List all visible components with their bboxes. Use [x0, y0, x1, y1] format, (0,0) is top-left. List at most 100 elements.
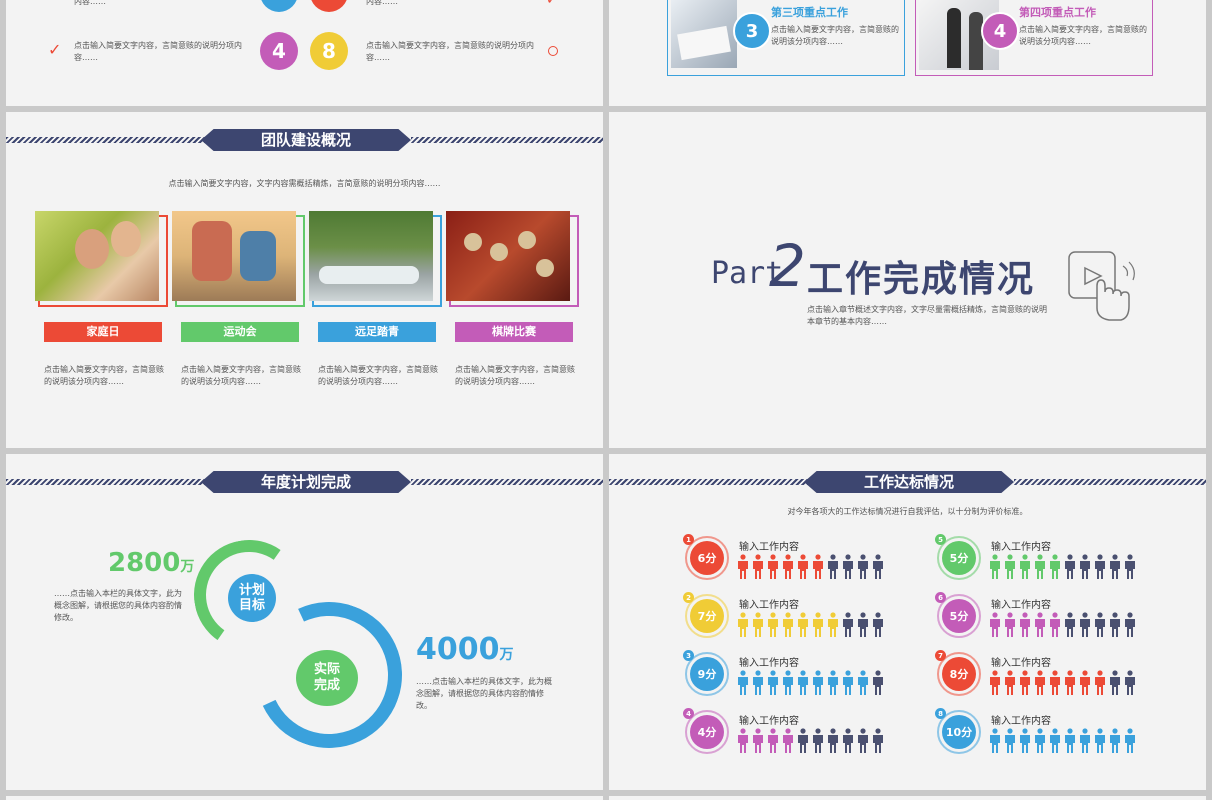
person-icon — [1094, 728, 1106, 754]
slide-subtitle: 点击输入简要文字内容，文字内容需概括精炼，言简意赅的说明分项内容…… — [168, 179, 441, 188]
banner-line — [1014, 479, 1206, 485]
sports-photo — [172, 211, 296, 301]
person-icon — [989, 670, 1001, 696]
person-icon — [737, 612, 749, 638]
person-icon — [1064, 612, 1076, 638]
score-badge: 9分 — [690, 657, 724, 691]
card-text: 点击输入简要文字内容，言简意赅的说明该分项内容…… — [181, 365, 301, 386]
card-tag: 家庭日 — [44, 322, 162, 342]
person-icon — [1124, 728, 1136, 754]
index-badge: 2 — [683, 592, 694, 603]
person-icon — [782, 554, 794, 580]
banner-line — [411, 479, 603, 485]
person-icon — [857, 670, 869, 696]
people-meter — [989, 670, 1136, 696]
banner-line — [609, 479, 809, 485]
person-icon — [737, 728, 749, 754]
person-icon — [1004, 554, 1016, 580]
people-meter — [737, 612, 884, 638]
person-icon — [1019, 612, 1031, 638]
index-badge: 7 — [935, 650, 946, 661]
meeting-photo — [671, 0, 737, 68]
person-icon — [1079, 728, 1091, 754]
plan-unit: 万 — [180, 559, 195, 575]
person-icon — [842, 612, 854, 638]
person-icon — [872, 554, 884, 580]
chess-photo — [446, 211, 570, 301]
person-icon — [782, 670, 794, 696]
part-number: 2 — [769, 232, 806, 300]
work-label: 输入工作内容 — [991, 716, 1051, 727]
slide-title: 团队建设概况 — [201, 129, 411, 151]
score-badge: 8分 — [942, 657, 976, 691]
work-label: 输入工作内容 — [991, 658, 1051, 669]
section-text: 点击输入章节概述文字内容，文字尽量需概括精炼，言简意赅的说明本章节的基本内容…… — [807, 305, 1047, 326]
person-icon — [737, 670, 749, 696]
slide-annual-plan: 年度计划完成 2800万 ……点击输入本栏的具体文字，此为概念图解，请根据您的具… — [6, 454, 603, 790]
slide-subtitle: 对今年各项大的工作达标情况进行自我评估，以十分制为评价标准。 — [787, 507, 1028, 516]
person-icon — [827, 554, 839, 580]
person-icon — [1094, 670, 1106, 696]
index-badge: 6 — [935, 592, 946, 603]
person-icon — [1109, 554, 1121, 580]
person-icon — [797, 612, 809, 638]
index-badge: 1 — [683, 534, 694, 545]
work-label: 输入工作内容 — [991, 600, 1051, 611]
slide-title: 工作达标情况 — [804, 471, 1014, 493]
person-icon — [989, 612, 1001, 638]
person-icon — [782, 728, 794, 754]
work-label: 输入工作内容 — [739, 600, 799, 611]
work-text: 点击输入简要文字内容，言简意赅的说明该分项内容…… — [771, 25, 899, 46]
person-icon — [1049, 670, 1061, 696]
person-icon — [737, 554, 749, 580]
actual-value: 4000 — [416, 632, 500, 667]
circle-bullet-icon — [548, 46, 558, 56]
person-icon — [1124, 554, 1136, 580]
person-icon — [812, 612, 824, 638]
person-icon — [1124, 670, 1136, 696]
person-icon — [1004, 728, 1016, 754]
number-circle-partial — [310, 0, 348, 12]
person-icon — [1109, 728, 1121, 754]
person-icon — [1124, 612, 1136, 638]
plan-value: 2800 — [108, 548, 181, 578]
score-badge: 10分 — [942, 715, 976, 749]
score-badge: 5分 — [942, 541, 976, 575]
person-icon — [857, 554, 869, 580]
section-title: 工作完成情况 — [807, 259, 1036, 300]
check-icon: ✓ — [546, 0, 558, 8]
person-icon — [782, 612, 794, 638]
score-badge: 5分 — [942, 599, 976, 633]
index-badge: 5 — [935, 534, 946, 545]
slide-part2: Part 2 工作完成情况 点击输入章节概述文字内容，文字尽量需概括精炼，言简意… — [609, 112, 1206, 448]
actual-text: ……点击输入本栏的具体文字，此为概念图解，请根据您的具体内容酌情修改。 — [416, 677, 552, 710]
slide-work-standard: 工作达标情况 对今年各项大的工作达标情况进行自我评估，以十分制为评价标准。 6分… — [609, 454, 1206, 790]
person-icon — [827, 670, 839, 696]
slide-bottom-right-partial — [609, 796, 1206, 800]
person-icon — [842, 728, 854, 754]
actual-label: 实际 完成 — [296, 650, 358, 706]
person-icon — [1034, 612, 1046, 638]
person-icon — [1079, 554, 1091, 580]
people-meter — [737, 554, 884, 580]
person-icon — [752, 554, 764, 580]
card-tag: 远足踏青 — [318, 322, 436, 342]
slide-top-right: 3 第三项重点工作 点击输入简要文字内容，言简意赅的说明该分项内容…… 4 第四… — [609, 0, 1206, 106]
person-icon — [797, 728, 809, 754]
person-icon — [872, 670, 884, 696]
slide-team-building: 团队建设概况 点击输入简要文字内容，文字内容需概括精炼，言简意赅的说明分项内容…… — [6, 112, 603, 448]
number-circle: 4 — [260, 32, 298, 70]
actual-unit: 万 — [499, 647, 514, 663]
plan-label: 计划 目标 — [228, 574, 276, 622]
person-icon — [1064, 554, 1076, 580]
card-tag: 棋牌比赛 — [455, 322, 573, 342]
person-icon — [752, 670, 764, 696]
left-item-text: 点击输入简要文字内容，言简意赅的说明分项内容…… — [74, 41, 242, 62]
person-icon — [872, 612, 884, 638]
person-icon — [989, 554, 1001, 580]
person-icon — [767, 728, 779, 754]
work-label: 输入工作内容 — [991, 542, 1051, 553]
work-text: 点击输入简要文字内容，言简意赅的说明该分项内容…… — [1019, 25, 1147, 46]
person-icon — [827, 612, 839, 638]
number-circle-partial — [260, 0, 298, 12]
